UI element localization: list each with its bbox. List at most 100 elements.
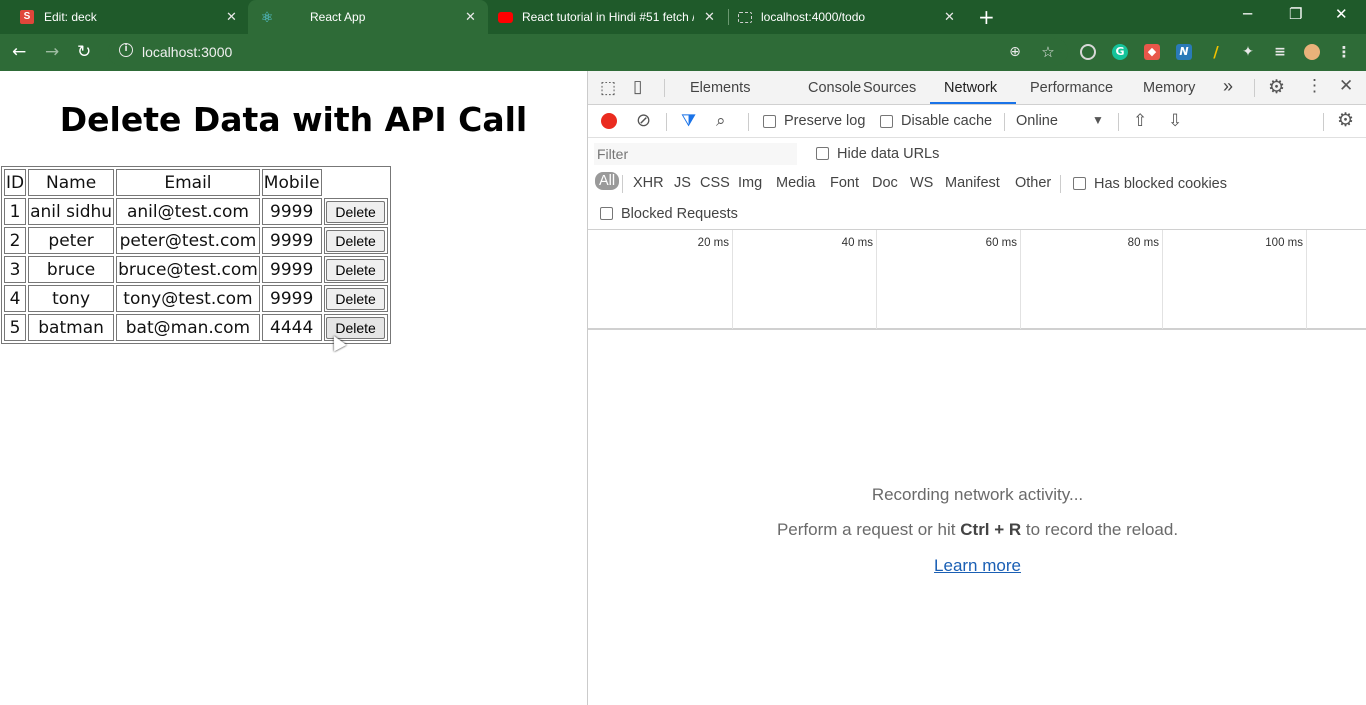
divider [748,113,749,131]
cell-id: 5 [4,314,27,341]
tab-network[interactable]: Network [944,80,997,96]
cell-mobile: 4444 [261,314,322,341]
restore-icon[interactable]: ❐ [1289,5,1302,23]
divider [664,79,665,97]
cell-id: 4 [4,285,27,312]
timeline-tick-label: 80 ms [1127,237,1159,249]
type-filter-manifest[interactable]: Manifest [945,175,1000,191]
cell-name: peter [28,227,115,254]
timeline-gridline [732,230,733,329]
media-queue-icon[interactable]: ≡ [1272,44,1288,60]
table-row: 4 tony tony@test.com 9999 Delete [4,285,388,312]
tab-title: React tutorial in Hindi #51 fetch / [522,10,694,24]
close-tab-icon[interactable]: ✕ [226,9,237,25]
type-filter-js[interactable]: JS [674,175,691,191]
settings-gear-icon[interactable]: ⚙ [1268,76,1285,99]
network-settings-icon[interactable]: ⚙ [1337,109,1354,132]
forward-icon[interactable]: → [45,42,59,62]
browser-tab-strip: S Edit: deck ✕ ⚛ React App ✕ React tutor… [0,0,1366,34]
minimize-icon[interactable]: ─ [1243,5,1252,23]
divider [1004,113,1005,131]
browser-tab-react-app[interactable]: ⚛ React App ✕ [248,0,488,34]
cell-name: batman [28,314,115,341]
blocked-requests-checkbox[interactable] [600,207,613,220]
preserve-log-label: Preserve log [784,113,866,129]
cell-name: tony [28,285,115,312]
extension-puzzle-red-icon[interactable]: ◆ [1144,44,1160,60]
close-tab-icon[interactable]: ✕ [465,9,476,25]
tab-performance[interactable]: Performance [1030,80,1113,96]
type-filter-media[interactable]: Media [776,175,816,191]
type-filter-doc[interactable]: Doc [872,175,898,191]
search-icon[interactable]: ⌕ [716,111,726,131]
network-timeline-overview[interactable]: 20 ms 40 ms 60 ms 80 ms 100 ms [588,229,1366,330]
close-tab-icon[interactable]: ✕ [704,9,715,25]
tab-sources[interactable]: Sources [863,80,916,96]
close-devtools-icon[interactable]: ✕ [1339,76,1353,96]
type-filter-css[interactable]: CSS [700,175,730,191]
type-filter-font[interactable]: Font [830,175,859,191]
cell-mobile: 9999 [261,227,322,254]
record-button[interactable] [601,113,617,129]
type-filter-ws[interactable]: WS [910,175,933,191]
pen-icon[interactable]: / [1208,44,1224,60]
bookmark-star-icon[interactable]: ☆ [1040,44,1056,60]
learn-more-link[interactable]: Learn more [934,556,1021,575]
grammarly-icon[interactable]: G [1112,44,1128,60]
throttling-select[interactable]: Online [1016,113,1058,129]
reload-icon[interactable]: ↻ [77,42,91,62]
column-header-name: Name [28,169,115,196]
address-bar[interactable] [108,38,1068,66]
chevron-down-icon[interactable]: ▼ [1092,113,1104,127]
extension-circle-icon[interactable] [1080,44,1096,60]
has-blocked-cookies-checkbox[interactable] [1073,177,1086,190]
delete-button[interactable]: Delete [326,258,385,281]
tab-title: localhost:4000/todo [761,10,866,24]
type-filter-img[interactable]: Img [738,175,762,191]
device-toolbar-icon[interactable]: ▯ [633,77,642,97]
cell-name: anil sidhu [28,198,115,225]
type-filter-other[interactable]: Other [1015,175,1051,191]
delete-button[interactable]: Delete [326,229,385,252]
export-har-icon[interactable]: ⇩ [1168,111,1182,131]
site-info-icon[interactable]: i [119,43,133,57]
disable-cache-checkbox[interactable] [880,115,893,128]
new-tab-button[interactable]: + [978,5,995,29]
youtube-icon [498,12,513,23]
clear-icon[interactable]: ⊘ [636,110,651,131]
cell-id: 3 [4,256,27,283]
hide-data-urls-checkbox[interactable] [816,147,829,160]
extensions-icon[interactable]: ✦ [1240,44,1256,60]
browser-tab-todo[interactable]: localhost:4000/todo ✕ [728,0,968,34]
delete-button[interactable]: Delete [326,287,385,310]
hide-data-urls-label: Hide data URLs [837,146,940,162]
delete-button[interactable]: Delete [326,200,385,223]
tab-memory[interactable]: Memory [1143,80,1195,96]
slides-icon: S [20,10,34,24]
avatar[interactable] [1304,44,1320,60]
column-header-mobile: Mobile [261,169,322,196]
tab-elements[interactable]: Elements [690,80,750,96]
cell-action: Delete [323,285,388,312]
zoom-icon[interactable]: ⊕ [1007,44,1023,60]
browser-tab-edit-deck[interactable]: S Edit: deck ✕ [0,0,248,34]
more-tabs-button[interactable]: » [1223,76,1233,97]
preserve-log-checkbox[interactable] [763,115,776,128]
filter-funnel-icon[interactable]: ⧩ [681,111,696,131]
type-filter-all[interactable]: All [595,172,620,190]
import-har-icon[interactable]: ⇧ [1133,111,1147,131]
window-close-icon[interactable]: ✕ [1335,5,1348,23]
inspect-element-icon[interactable]: ⬚ [600,78,616,98]
tab-console[interactable]: Console [808,80,861,96]
type-filter-xhr[interactable]: XHR [633,175,664,191]
devtools-panel: ⬚ ▯ Elements Console Sources Network Per… [587,71,1366,705]
browser-tab-youtube[interactable]: React tutorial in Hindi #51 fetch / ✕ [488,0,728,34]
back-icon[interactable]: ← [12,42,26,62]
url-text[interactable]: localhost:3000 [142,44,232,60]
more-options-icon[interactable]: ⋮ [1306,76,1323,96]
menu-kebab-icon[interactable]: ⋮ [1336,44,1352,60]
extension-n-icon[interactable]: N [1176,44,1192,60]
filter-input[interactable] [594,143,797,165]
cell-id: 1 [4,198,27,225]
close-tab-icon[interactable]: ✕ [944,9,955,25]
